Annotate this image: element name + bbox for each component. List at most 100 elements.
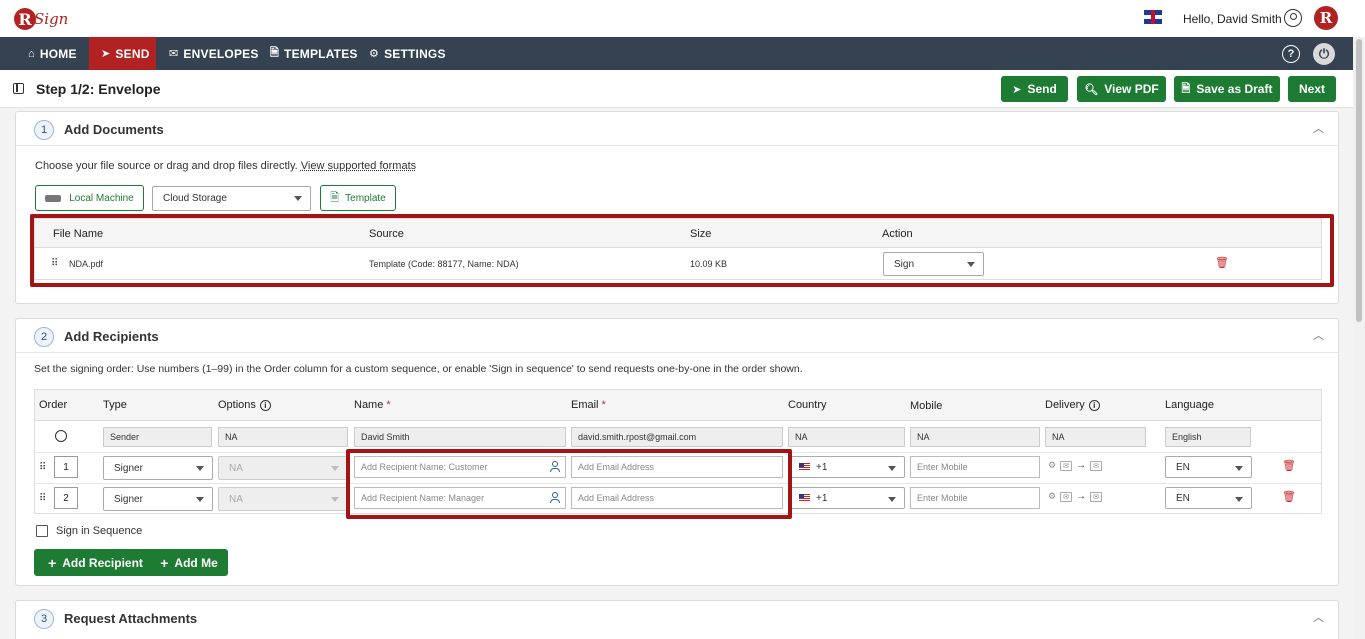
local-machine-button[interactable]: Local Machine	[35, 185, 144, 211]
us-flag-icon	[799, 494, 810, 502]
cloud-storage-label: Cloud Storage	[163, 193, 227, 204]
gear-icon[interactable]: ⚙	[1048, 491, 1056, 502]
add-me-button[interactable]: + Add Me	[150, 549, 228, 576]
nav-templates-label: TEMPLATES	[284, 46, 358, 61]
chevron-down-icon	[196, 497, 204, 502]
delivery-options[interactable]: ⚙ ✉ → ✉	[1048, 460, 1103, 471]
scrollbar-thumb[interactable]	[1356, 39, 1362, 322]
email-icon[interactable]: ✉	[1090, 460, 1103, 471]
type-dropdown[interactable]: Signer	[103, 456, 213, 480]
hard-drive-icon	[45, 194, 62, 202]
sender-type: Sender	[103, 427, 212, 447]
language-dropdown[interactable]: EN	[1165, 487, 1252, 509]
mobile-input[interactable]: Enter Mobile	[910, 456, 1040, 478]
drag-handle-icon[interactable]: ⠿	[39, 493, 46, 504]
col-language: Language	[1165, 399, 1214, 411]
language-value: EN	[1176, 492, 1190, 504]
type-dropdown[interactable]: Signer	[103, 487, 213, 511]
send-button[interactable]: ➤ Send	[1001, 76, 1068, 102]
template-icon: 🗎	[330, 191, 340, 204]
trash-icon[interactable]: 🗑︎	[1282, 490, 1296, 503]
add-recipients-card: 2 Add Recipients ︿ Set the signing order…	[15, 318, 1339, 586]
step-number: 2	[34, 327, 54, 347]
sender-delivery: NA	[1045, 427, 1146, 447]
document-icon: 🗎	[270, 47, 280, 59]
options-value: NA	[229, 493, 243, 505]
col-mobile: Mobile	[910, 400, 943, 412]
local-machine-label: Local Machine	[69, 192, 134, 204]
arrow-right-icon: →	[1076, 491, 1087, 502]
email-icon[interactable]: ✉	[1090, 491, 1103, 502]
drag-handle-icon[interactable]: ⠿	[39, 462, 46, 473]
country-code-value: +1	[816, 492, 828, 504]
chevron-down-icon	[196, 466, 204, 471]
nav-settings[interactable]: ⚙ SETTINGS	[369, 37, 449, 70]
chevron-down-icon	[888, 466, 896, 471]
sender-options: NA	[218, 427, 348, 447]
col-delivery-label: Delivery	[1045, 399, 1085, 411]
add-documents-title: Add Documents	[64, 122, 164, 137]
chevron-down-icon	[331, 466, 339, 471]
nav-send[interactable]: ➤ SEND	[89, 37, 156, 70]
mobile-input[interactable]: Enter Mobile	[910, 487, 1040, 509]
country-code-dropdown[interactable]: +1	[788, 456, 905, 478]
save-draft-button[interactable]: 🗎 Save as Draft	[1174, 76, 1280, 102]
view-formats-link[interactable]: View supported formats	[301, 160, 416, 172]
us-flag-icon	[799, 463, 810, 471]
options-value: NA	[229, 462, 243, 474]
next-button[interactable]: Next	[1288, 76, 1336, 102]
view-pdf-label: View PDF	[1104, 82, 1159, 96]
power-icon[interactable]: ⏻	[1313, 43, 1335, 65]
chevron-up-icon[interactable]: ︿	[1313, 609, 1324, 625]
user-circle-icon[interactable]	[1284, 9, 1302, 27]
uk-flag-icon[interactable]	[1144, 10, 1162, 24]
sender-mobile: NA	[910, 427, 1040, 447]
step-number: 3	[34, 609, 54, 629]
gear-icon[interactable]: ⚙	[1048, 460, 1056, 471]
col-name: Name *	[354, 399, 391, 411]
nav-home[interactable]: ⌂ HOME	[18, 37, 86, 70]
main-nav: ⌂ HOME ➤ SEND ✉ ENVELOPES 🗎 TEMPLATES ⚙ …	[0, 37, 1353, 70]
chevron-up-icon[interactable]: ︿	[1313, 327, 1324, 343]
col-options-label: Options	[218, 399, 256, 411]
send-icon: ➤	[1012, 83, 1022, 96]
col-country: Country	[788, 399, 827, 411]
nav-templates[interactable]: 🗎 TEMPLATES	[270, 37, 360, 70]
template-button[interactable]: 🗎 Template	[320, 185, 396, 211]
rsign-logo[interactable]: R Sign	[14, 6, 68, 32]
request-attachments-header[interactable]: 3 Request Attachments ︿	[16, 601, 1338, 635]
trash-icon[interactable]: 🗑︎	[1282, 459, 1296, 472]
cloud-storage-dropdown[interactable]: Cloud Storage	[152, 186, 311, 211]
add-recipients-header[interactable]: 2 Add Recipients ︿	[16, 319, 1338, 353]
view-pdf-button[interactable]: 🔍︎ View PDF	[1077, 76, 1166, 102]
help-icon[interactable]: ?	[1282, 45, 1300, 63]
home-icon: ⌂	[28, 47, 35, 60]
info-icon[interactable]: i	[259, 399, 271, 411]
add-documents-header[interactable]: 1 Add Documents ︿	[16, 112, 1338, 146]
recipients-instructions: Set the signing order: Use numbers (1–99…	[34, 363, 803, 375]
options-dropdown: NA	[218, 487, 348, 511]
nav-envelopes[interactable]: ✉ ENVELOPES	[169, 37, 259, 70]
order-input[interactable]: 1	[54, 456, 78, 478]
sidebar-toggle-icon[interactable]	[13, 83, 24, 94]
sign-in-sequence-checkbox[interactable]	[36, 525, 48, 537]
sender-email: david.smith.rpost@gmail.com	[571, 427, 783, 447]
email-icon[interactable]: ✉	[1060, 460, 1073, 471]
step-bar: Step 1/2: Envelope ➤ Send 🔍︎ View PDF 🗎 …	[0, 70, 1353, 108]
delivery-options[interactable]: ⚙ ✉ → ✉	[1048, 491, 1103, 502]
language-dropdown[interactable]: EN	[1165, 456, 1252, 478]
col-email-label: Email	[571, 399, 599, 411]
chevron-up-icon[interactable]: ︿	[1313, 120, 1324, 136]
info-icon[interactable]: i	[1088, 399, 1100, 411]
user-greeting: Hello, David Smith	[1183, 12, 1282, 26]
email-icon[interactable]: ✉	[1060, 491, 1073, 502]
brand-avatar[interactable]: R	[1314, 6, 1338, 30]
request-attachments-title: Request Attachments	[64, 611, 198, 626]
order-input[interactable]: 2	[54, 487, 78, 509]
page-title: Step 1/2: Envelope	[36, 81, 161, 97]
col-type: Type	[103, 399, 127, 411]
page-scrollbar[interactable]	[1353, 37, 1365, 639]
add-recipient-button[interactable]: + Add Recipient	[34, 549, 157, 576]
country-code-dropdown[interactable]: +1	[788, 487, 905, 509]
draft-icon: 🗎	[1181, 82, 1191, 95]
